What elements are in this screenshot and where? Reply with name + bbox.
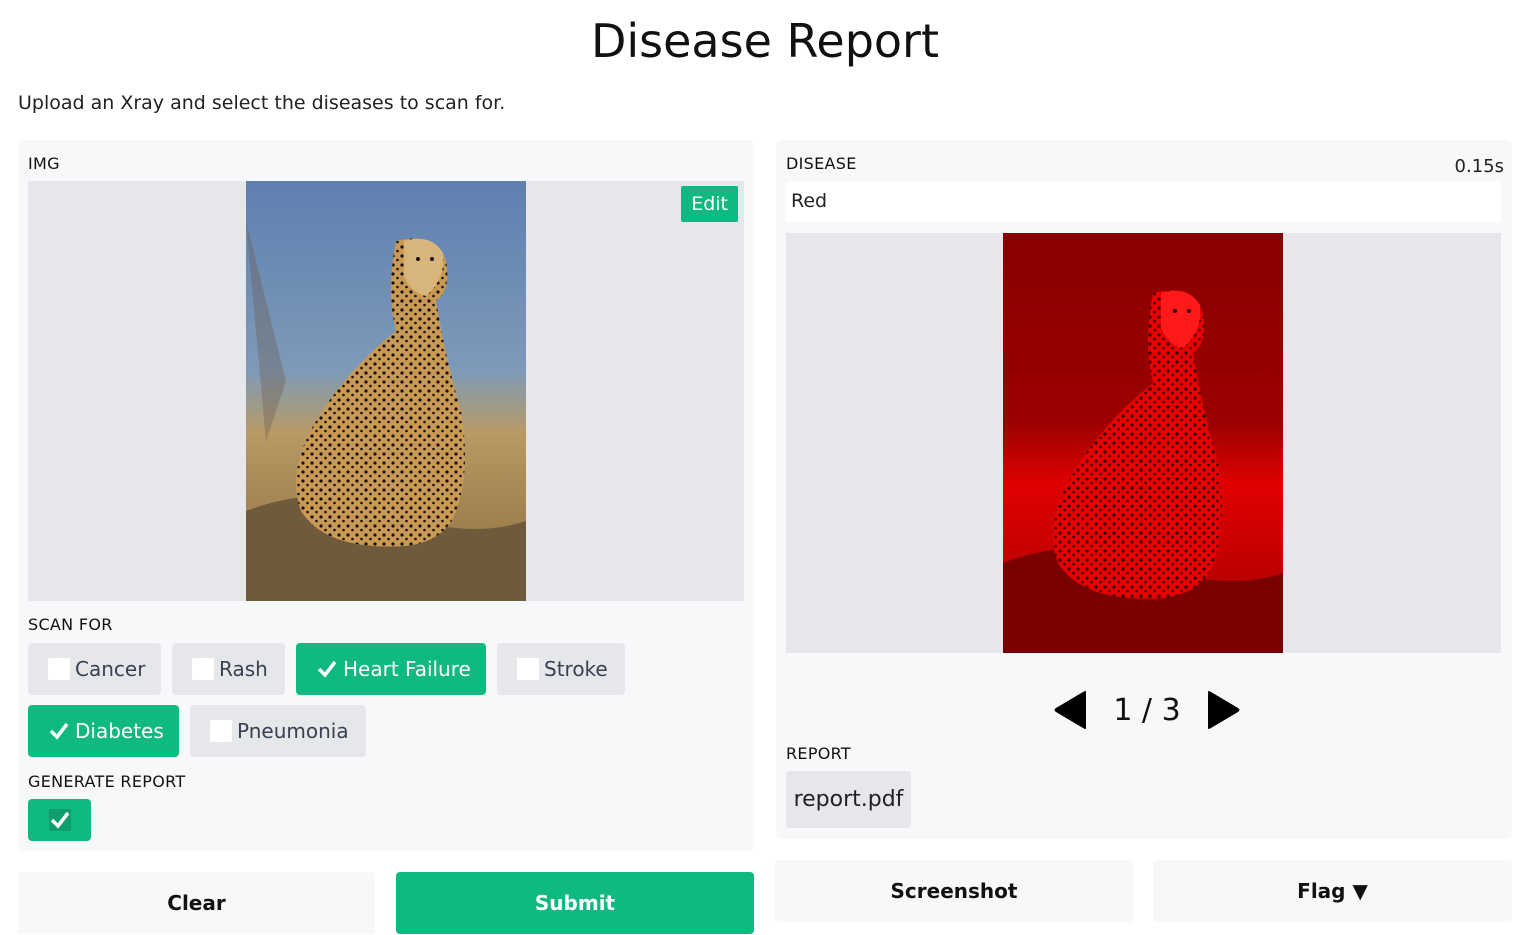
scan-for-label: SCAN FOR [28,615,113,634]
checkbox-diabetes[interactable]: Diabetes [28,705,179,757]
next-arrow-icon[interactable] [1206,690,1242,730]
checkbox-label: Cancer [75,657,146,681]
page-description: Upload an Xray and select the diseases t… [18,92,506,114]
checkbox-stroke[interactable]: Stroke [497,643,625,695]
clear-button[interactable]: Clear [18,872,375,934]
output-panel: DISEASE 0.15s Red 1 / 3 REPORT report.pd… [776,140,1512,839]
page-title: Disease Report [590,14,940,68]
checkbox-label: Diabetes [75,719,164,743]
timer-text: 0.15s [1454,156,1504,177]
submit-button[interactable]: Submit [396,872,754,934]
checkbox-box[interactable] [517,658,539,680]
checkbox-box[interactable] [316,658,338,680]
checkbox-label: Pneumonia [237,719,349,743]
checkbox-box[interactable] [192,658,214,680]
previous-arrow-icon[interactable] [1052,690,1088,730]
checkbox-label: Rash [219,657,268,681]
checkbox-cancer[interactable]: Cancer [28,643,161,695]
report-label: REPORT [786,744,851,763]
checkbox-box[interactable] [210,720,232,742]
image-pager: 1 / 3 [1052,688,1242,732]
generate-report-checkbox[interactable] [28,799,91,841]
page-counter: 1 / 3 [1113,692,1181,728]
input-panel: IMG Edit SCAN FOR Cancer Rash Heart Fail… [18,140,754,851]
checkbox-box[interactable] [48,658,70,680]
edit-button[interactable]: Edit [681,186,738,222]
checkbox-rash[interactable]: Rash [172,643,285,695]
report-file-link[interactable]: report.pdf [786,771,911,828]
screenshot-button[interactable]: Screenshot [775,860,1133,922]
checkbox-heart-failure[interactable]: Heart Failure [296,643,486,695]
generate-report-label: GENERATE REPORT [28,772,186,791]
checkbox-box[interactable] [48,720,70,742]
checkbox-pneumonia[interactable]: Pneumonia [190,705,366,757]
image-upload-area[interactable]: Edit [28,181,744,601]
image-label: IMG [28,154,60,173]
checkmark-icon [48,809,71,831]
flag-button[interactable]: Flag ▼ [1153,860,1512,922]
cheetah-image [246,181,526,601]
output-image-area [786,233,1501,653]
red-cheetah-image [1003,233,1283,653]
checkbox-label: Heart Failure [343,657,471,681]
checkbox-label: Stroke [544,657,608,681]
disease-output-field: Red [786,181,1501,222]
disease-label: DISEASE [786,154,857,173]
